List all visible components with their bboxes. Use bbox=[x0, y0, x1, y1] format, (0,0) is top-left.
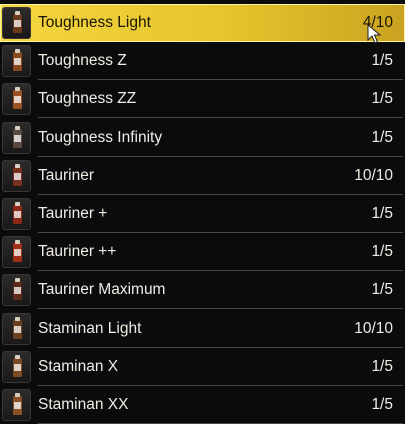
drink-bottle-icon bbox=[2, 159, 31, 192]
item-name: Toughness ZZ bbox=[38, 90, 137, 108]
drink-bottle-icon bbox=[2, 83, 31, 116]
bottle-shape bbox=[13, 240, 22, 263]
item-quantity: 1/5 bbox=[371, 281, 393, 299]
item-row[interactable]: Toughness Infinity 1/5 bbox=[0, 119, 405, 157]
drink-bottle-icon bbox=[2, 121, 31, 154]
item-name: Toughness Infinity bbox=[38, 128, 163, 146]
item-quantity: 10/10 bbox=[354, 319, 393, 337]
bottle-shape bbox=[13, 278, 22, 301]
item-name: Toughness Z bbox=[38, 52, 127, 70]
item-row[interactable]: Tauriner Maximum 1/5 bbox=[0, 271, 405, 310]
item-row[interactable]: Tauriner ++ 1/5 bbox=[0, 233, 405, 272]
item-name: Tauriner + bbox=[38, 205, 108, 222]
bottle-shape bbox=[13, 316, 22, 339]
drink-bottle-icon bbox=[2, 312, 31, 345]
item-row[interactable]: Toughness ZZ 1/5 bbox=[0, 80, 405, 119]
item-row[interactable]: Toughness Light 4/10 bbox=[0, 4, 405, 42]
item-name: Tauriner bbox=[38, 166, 94, 184]
item-row[interactable]: Staminan Light 10/10 bbox=[0, 310, 405, 348]
drink-bottle-icon bbox=[2, 198, 31, 230]
drink-bottle-icon bbox=[2, 274, 31, 307]
item-quantity: 1/5 bbox=[371, 243, 393, 261]
item-row[interactable]: Staminan XX 1/5 bbox=[0, 386, 405, 424]
item-row[interactable]: Staminan X 1/5 bbox=[0, 348, 405, 386]
mouse-pointer-icon bbox=[367, 24, 381, 44]
bottle-shape bbox=[13, 11, 22, 33]
item-name: Toughness Light bbox=[38, 14, 151, 31]
item-row[interactable]: Toughness Z 1/5 bbox=[0, 42, 405, 81]
item-row[interactable]: Tauriner 10/10 bbox=[0, 157, 405, 195]
item-quantity: 1/5 bbox=[371, 396, 393, 413]
item-name: Tauriner Maximum bbox=[38, 281, 166, 299]
item-quantity: 1/5 bbox=[371, 90, 393, 108]
drink-bottle-icon bbox=[2, 7, 31, 39]
bottle-shape bbox=[13, 125, 22, 148]
item-quantity: 1/5 bbox=[371, 357, 393, 375]
drink-bottle-icon bbox=[2, 350, 31, 383]
item-quantity: 1/5 bbox=[371, 52, 393, 70]
bottle-shape bbox=[13, 393, 22, 415]
item-name: Staminan XX bbox=[38, 396, 129, 413]
drink-bottle-icon bbox=[2, 389, 31, 421]
item-name: Staminan X bbox=[38, 357, 119, 375]
item-quantity: 10/10 bbox=[354, 166, 393, 184]
bottle-shape bbox=[13, 49, 22, 72]
item-name: Tauriner ++ bbox=[38, 243, 117, 261]
bottle-shape bbox=[13, 87, 22, 110]
bottle-shape bbox=[13, 354, 22, 377]
item-name: Staminan Light bbox=[38, 319, 142, 337]
item-quantity: 1/5 bbox=[371, 205, 393, 222]
bottle-shape bbox=[13, 163, 22, 186]
item-quantity: 1/5 bbox=[371, 128, 393, 146]
item-row[interactable]: Tauriner + 1/5 bbox=[0, 195, 405, 233]
drink-bottle-icon bbox=[2, 236, 31, 269]
bottle-shape bbox=[13, 202, 22, 224]
drink-bottle-icon bbox=[2, 45, 31, 78]
